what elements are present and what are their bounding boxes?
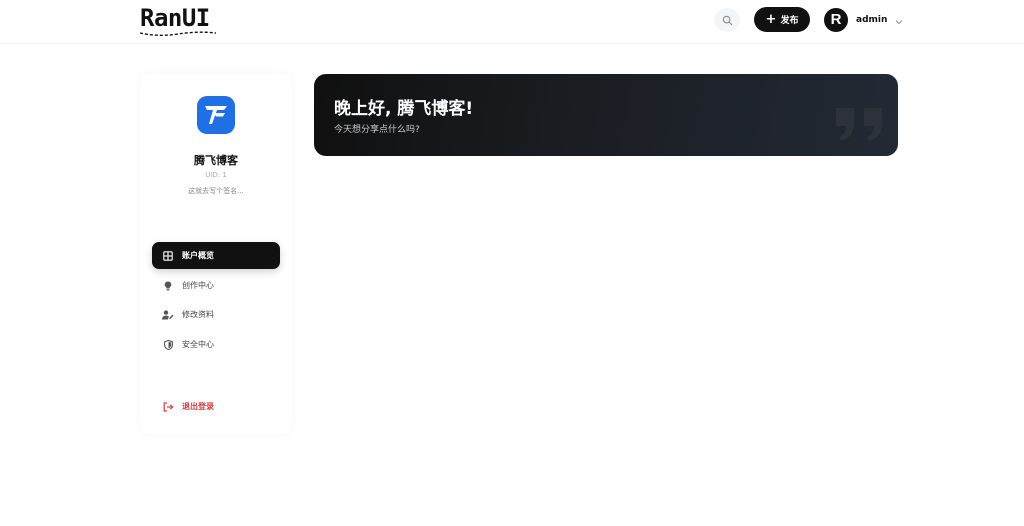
top-header: RanUI + 发布 R admin — [0, 0, 1024, 44]
lightbulb-icon — [162, 280, 174, 292]
menu-label: 账户概览 — [182, 251, 214, 260]
profile-name: 腾飞博客 — [194, 154, 238, 167]
avatar: R — [824, 7, 848, 32]
logout-label: 退出登录 — [182, 402, 214, 411]
plus-icon: + — [765, 12, 777, 27]
menu-label: 安全中心 — [182, 340, 214, 349]
shield-icon — [162, 339, 174, 351]
menu-item-security-center[interactable]: 安全中心 — [152, 331, 280, 358]
menu-item-creation-center[interactable]: 创作中心 — [152, 272, 280, 299]
menu-label: 创作中心 — [182, 281, 214, 290]
profile-uid: UID: 1 — [205, 171, 227, 179]
profile-signature[interactable]: 这就去写个签名... — [140, 186, 292, 196]
profile-avatar — [197, 96, 235, 134]
chevron-down-icon — [895, 10, 903, 29]
grid-icon — [162, 250, 174, 262]
menu-label: 修改资料 — [182, 310, 214, 319]
logo-text: RanUI — [140, 4, 210, 32]
publish-label: 发布 — [780, 16, 799, 26]
search-button[interactable] — [714, 8, 740, 32]
search-icon — [722, 11, 733, 30]
greeting-title: 晚上好, 腾飞博客! — [334, 99, 474, 119]
user-sidebar: 腾飞博客 UID: 1 这就去写个签名... 账户概览 创作中心 修改资料 安全… — [140, 74, 292, 434]
publish-button[interactable]: + 发布 — [754, 7, 810, 32]
site-logo[interactable]: RanUI — [138, 4, 220, 38]
menu-item-edit-profile[interactable]: 修改资料 — [152, 301, 280, 328]
greeting-banner: 晚上好, 腾飞博客! 今天想分享点什么吗? — [314, 74, 898, 156]
menu-item-account-overview[interactable]: 账户概览 — [152, 242, 280, 269]
username: admin — [856, 14, 888, 25]
quote-icon — [834, 104, 888, 148]
user-edit-icon — [162, 309, 174, 321]
user-menu[interactable]: R admin — [824, 7, 903, 32]
logout-button[interactable]: 退出登录 — [152, 393, 280, 420]
greeting-subtitle: 今天想分享点什么吗? — [334, 125, 420, 135]
logout-icon — [162, 401, 174, 413]
